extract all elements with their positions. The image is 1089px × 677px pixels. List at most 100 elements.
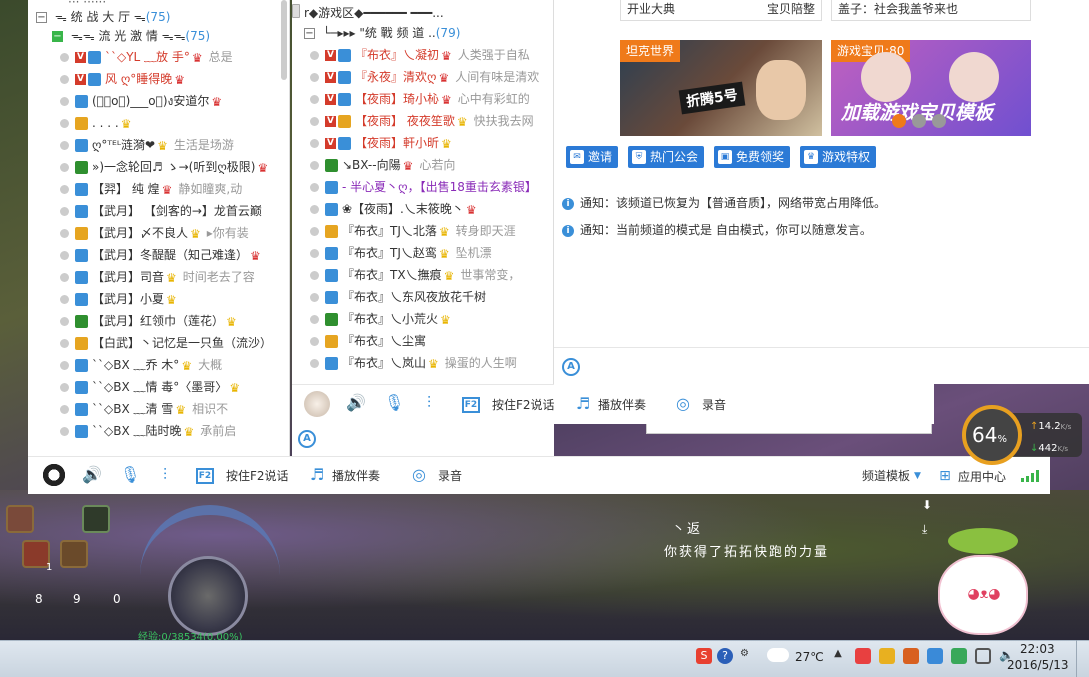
push-to-talk-button[interactable]: F2 按住F2说话 [196,467,289,484]
channel-group-header[interactable]: − ᯓ 统 战 大 厅 ᯓ(75) [28,8,289,27]
hot-guild-button[interactable]: ⛨ 热门公会 [628,146,705,168]
sogou-input-icon[interactable]: S [696,648,712,664]
ad-link-gaizi[interactable]: 盖子：社会我盖爷来也 [831,0,1031,21]
user-row[interactable]: V 『永夜』清欢ღ ♛ 人间有味是清欢 [310,66,553,88]
tray-app-icon-1[interactable] [855,648,871,664]
collapse-toggle-green[interactable]: − [52,31,63,42]
user-row[interactable]: V 【夜雨】琦小杺 ♛ 心中有彩虹的 [310,88,553,110]
weather-cloud-icon[interactable] [767,648,789,662]
weather-temp[interactable]: 27℃ [795,650,824,664]
user-row[interactable]: ↘BX--向陽 ♛ 心若向 [310,154,553,176]
user-row[interactable]: 『布衣』TX乀撫痕 ♛ 世事常变， [310,264,553,286]
carousel-dot[interactable] [932,114,946,128]
user-row[interactable]: - 半心夏丶ღ，【出售18重击玄素银】 [310,176,553,198]
user-row[interactable]: 『布衣』TJ乀北落 ♛ 转身即天涯 [310,220,553,242]
user-row[interactable]: V 【夜雨】軒小昕 ♛ [310,132,553,154]
ad-card-tank-world[interactable]: 坦克世界 折腾5号 [620,40,822,136]
side-arrow-down-icon[interactable]: ⬇ [922,498,932,512]
collapse-toggle[interactable]: − [36,12,47,23]
user-row[interactable]: (ง゚o゚)___o゚)ง安道尔 ♛ [60,90,289,112]
tray-app-icon-5[interactable] [951,648,967,664]
app-center-button[interactable]: ⊞ 应用中心 [936,467,1006,485]
user-row[interactable]: 『布衣』乀小荒火 ♛ [310,308,553,330]
user-row[interactable]: 『布衣』乀尘寓 [310,330,553,352]
user-row[interactable]: 【武月】司音 ♛ 时间老去了容 [60,266,289,288]
user-row[interactable]: 『布衣』乀东风夜放花千树 [310,286,553,308]
network-speed-widget[interactable]: 64% ↑14.2K/s ↓442K/s [962,405,1082,465]
chevron-down-icon: ▼ [914,470,921,481]
user-row[interactable]: ღ°ᵀᴱᴸ涟漪❤ ♛ 生活是场游 [60,134,289,156]
mid-scrollbar[interactable] [292,4,300,18]
user-row[interactable]: ``◇BX ﹏清 雪 ♛ 相识不 [60,398,289,420]
carousel-dots[interactable] [892,114,946,128]
user-row[interactable]: V 【夜雨】 夜夜笙歌 ♛ 快扶我去网 [310,110,553,132]
user-shirt-icon [75,359,88,372]
user-row[interactable]: ``◇BX ﹏乔 木° ♛ 大概 [60,354,289,376]
tray-app-icon-2[interactable] [879,648,895,664]
user-row[interactable]: 【武月】〆不良人 ♛ ▸你有装 [60,222,289,244]
status-dot [310,161,319,170]
mic-button[interactable]: 🎙 [120,466,140,484]
channel-template-dropdown[interactable]: 频道模板 ▼ [862,467,921,484]
free-reward-button[interactable]: ▣ 免费领奖 [714,146,791,168]
font-style-icon[interactable]: A [562,358,580,376]
user-name: 『布衣』乀尘寓 [342,334,427,348]
user-row[interactable]: . . . . ♛ [60,112,289,134]
input-box[interactable] [646,424,932,434]
skill-slot-4[interactable] [60,540,88,568]
clock-date[interactable]: 2016/5/13 [1007,658,1069,672]
channel-subgroup-header[interactable]: − ᯓᯓ 流 光 激 情 ᯓᯓ(75) [28,27,289,46]
side-download-icon[interactable]: ⤓ [922,522,927,537]
input-settings-icon[interactable]: ⚙ [740,648,756,664]
record-button[interactable]: ◎ 录音 [410,466,462,484]
tray-expand-icon[interactable]: ▲ [830,648,846,664]
user-row[interactable]: 『布衣』TJ乀赵鸾 ♛ 坠机漂 [310,242,553,264]
speaker-button[interactable]: 🔊 [82,466,102,484]
user-signature: 静如瞳爽,动 [178,182,243,196]
user-row[interactable]: 【武月】冬醍醍（知己难逢） ♛ [60,244,289,266]
help-icon[interactable]: ? [717,648,733,664]
mid-record-button[interactable]: ◎ 录音 [674,395,726,413]
network-icon[interactable] [975,648,991,664]
music-button[interactable]: ♬ 播放伴奏 [308,466,380,484]
user-row[interactable]: 【武月】红领巾（莲花） ♛ [60,310,289,332]
tongzhan-channel-header[interactable]: − └─▸▸▸ "统 戰 频 道 ..(79) [292,22,553,44]
mid-speaker-button[interactable]: 🔊 [346,394,366,412]
user-row[interactable]: V 『布衣』乀凝初 ♛ 人类强于自私 [310,44,553,66]
user-row[interactable]: V ``◇YL ﹏放 手° ♛ 总是 [60,46,289,68]
carousel-dot-active[interactable] [892,114,906,128]
skill-slot-2[interactable] [82,505,110,533]
mid-mic-button[interactable]: 🎙 [384,394,404,412]
avatar-mid[interactable] [304,391,330,417]
show-desktop-button[interactable] [1076,640,1089,677]
invite-button[interactable]: ✉ 邀请 [566,146,619,168]
mid-font-style-icon[interactable]: A [298,430,316,448]
user-row[interactable]: 【羿】 纯 煌 ♛ 静如瞳爽,动 [60,178,289,200]
game-privilege-button[interactable]: ♛ 游戏特权 [800,146,877,168]
user-row[interactable]: V 风 ღ°睡得晚 ♛ [60,68,289,90]
user-shirt-icon [75,227,88,240]
tray-app-icon-4[interactable] [927,648,943,664]
game-zone-header[interactable]: r◆游戏区◆━━━━━━ ━━━... [292,0,553,22]
carousel-dot[interactable] [912,114,926,128]
user-row[interactable]: 【武月】小夏 ♛ [60,288,289,310]
mid-push-to-talk-button[interactable]: F2 按住F2说话 [462,396,555,413]
user-row[interactable]: ❀【夜雨】.乀末筱晚丶 ♛ [310,198,553,220]
user-row[interactable]: »)一念轮回♬ ゝ→(听到ღ极限) ♛ [60,156,289,178]
crown-icon: ♛ [428,356,439,371]
clock-time[interactable]: 22:03 [1020,642,1055,656]
user-row[interactable]: 【白武】丶记忆是一只鱼（流沙） [60,332,289,354]
equalizer-button[interactable]: ⫶ [156,466,174,484]
skill-slot-1[interactable] [6,505,34,533]
avatar-main[interactable] [41,462,67,488]
user-row[interactable]: 【武月】 【剑客的→】龙首云巅 [60,200,289,222]
user-row[interactable]: ``◇BX ﹏情 毒°〈墨哥〉 ♛ [60,376,289,398]
user-row[interactable]: ``◇BX ﹏陆时晚 ♛ 承前启 [60,420,289,442]
ad-link-opening[interactable]: 开业大典 宝贝陪整 [620,0,822,21]
mid-collapse-toggle[interactable]: − [304,28,315,39]
mid-equalizer-button[interactable]: ⫶ [420,394,438,412]
user-row[interactable]: 『布衣』乀岚山 ♛ 操蛋的人生啊 [310,352,553,374]
tray-app-icon-3[interactable] [903,648,919,664]
crown-icon: ♛ [441,92,452,107]
mid-music-button[interactable]: ♬ 播放伴奏 [574,395,646,413]
